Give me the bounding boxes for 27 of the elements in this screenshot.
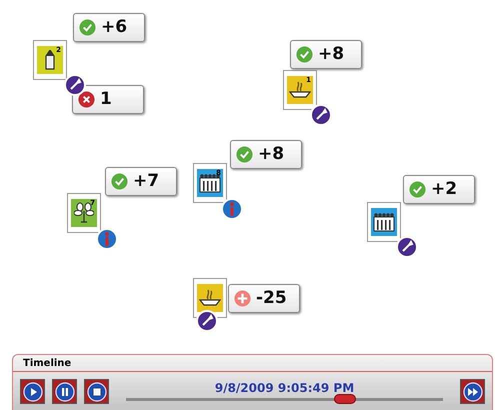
category-tile[interactable] xyxy=(371,208,397,236)
plus-icon xyxy=(234,290,251,307)
check-icon xyxy=(236,146,253,163)
check-icon xyxy=(409,181,426,198)
timestamp: 9/8/2009 9:05:49 PM xyxy=(214,382,354,394)
score-value: 1 xyxy=(100,88,112,111)
category-tile[interactable] xyxy=(197,284,223,312)
crowd-icon xyxy=(373,212,395,232)
score-value: +8 xyxy=(318,42,344,66)
slider-thumb[interactable] xyxy=(334,394,356,404)
score-value: -25 xyxy=(256,286,287,310)
steaming-bowl-icon xyxy=(199,288,221,308)
steaming-bowl-icon xyxy=(289,80,311,100)
score-value: +7 xyxy=(133,170,160,193)
panel-title: Timeline xyxy=(23,356,72,370)
pause-button[interactable] xyxy=(52,379,77,404)
check-icon xyxy=(79,19,96,36)
pencil-icon xyxy=(44,50,56,70)
score-value: +8 xyxy=(258,142,284,166)
score-value: +6 xyxy=(101,16,128,39)
error-icon xyxy=(78,91,95,108)
stop-button[interactable] xyxy=(84,379,109,404)
check-icon xyxy=(111,173,128,190)
fast-forward-button[interactable] xyxy=(460,379,485,404)
play-button[interactable] xyxy=(20,379,45,404)
check-icon xyxy=(296,46,313,63)
score-value: +2 xyxy=(431,178,458,201)
